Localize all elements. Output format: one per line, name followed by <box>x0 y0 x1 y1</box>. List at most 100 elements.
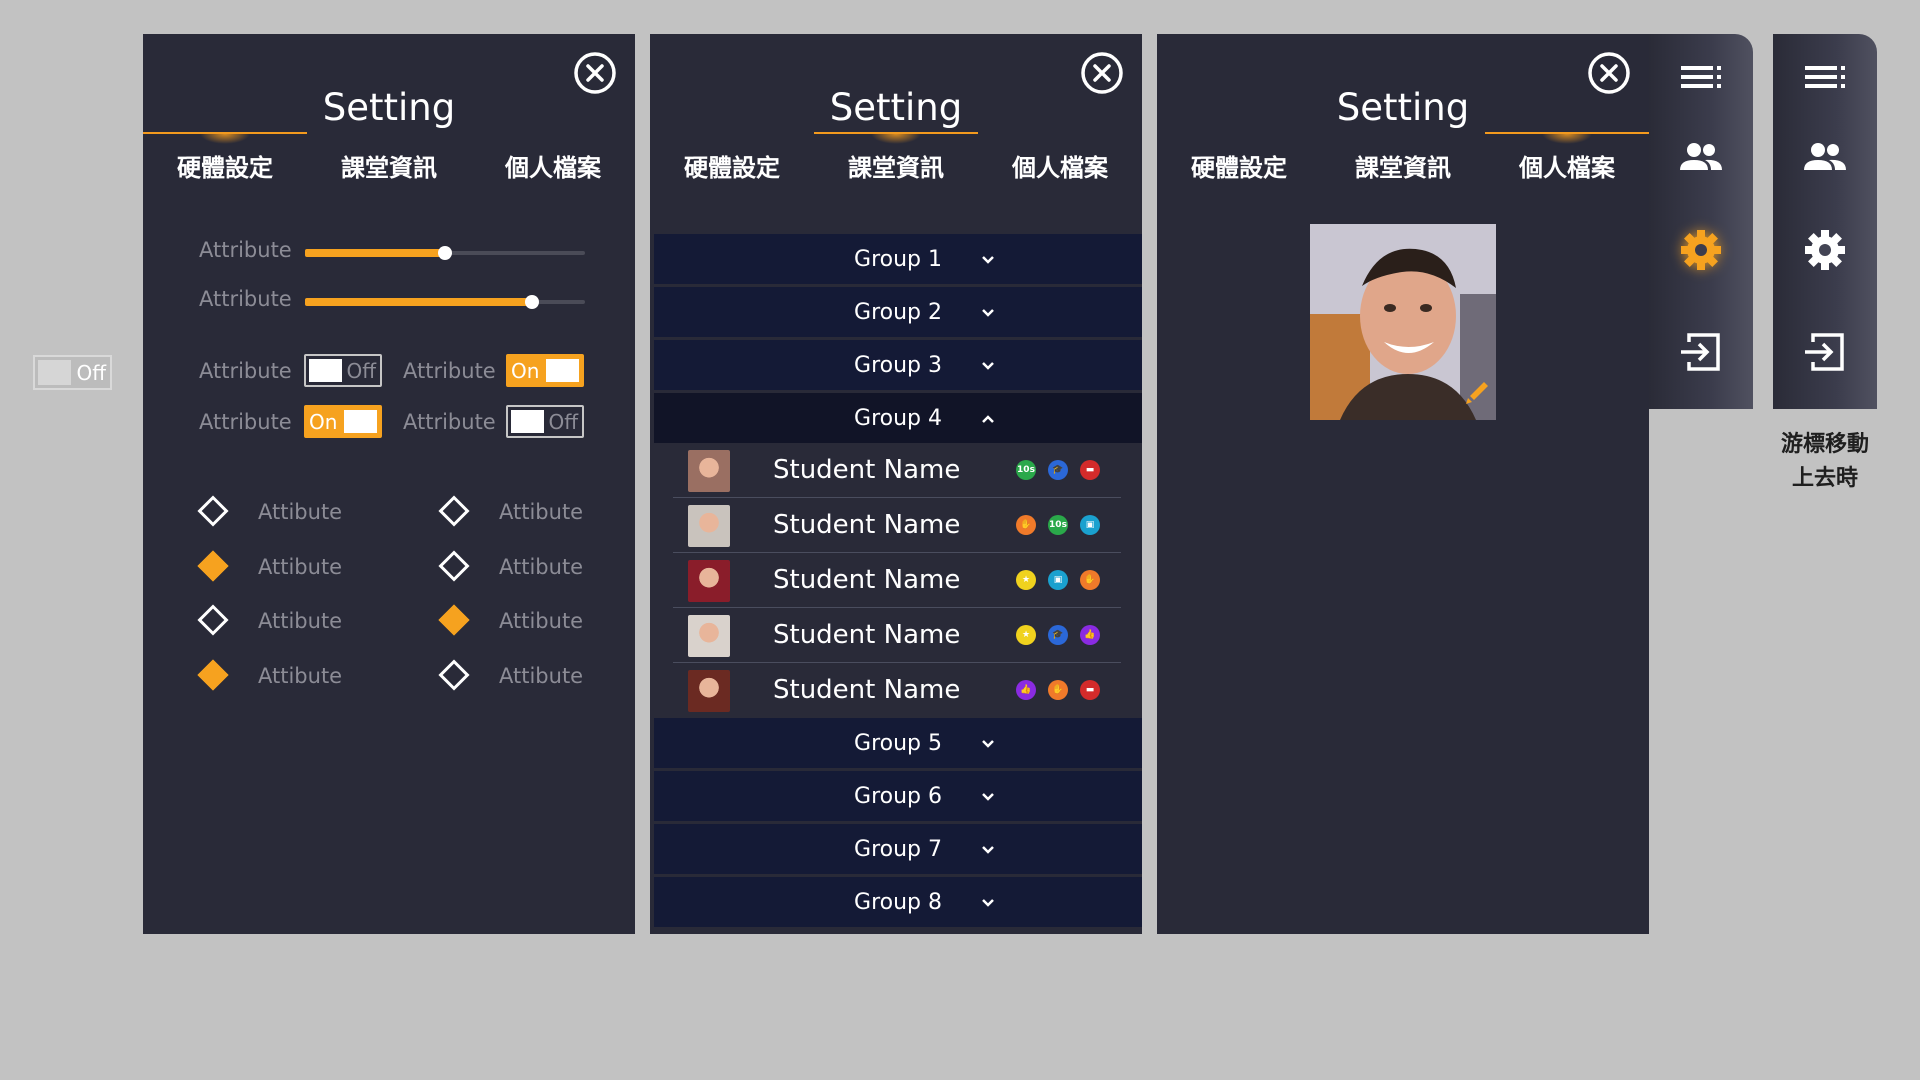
slider-track[interactable] <box>305 295 585 309</box>
tab-classroom[interactable]: 課堂資訊 <box>1321 132 1485 182</box>
tab-label: 個人檔案 <box>505 154 601 182</box>
people-icon <box>1680 143 1722 170</box>
slider-row: Attribute <box>199 283 599 313</box>
sidebar-item-settings[interactable] <box>1799 224 1851 276</box>
radio-label: Attibute <box>499 555 584 579</box>
close-button[interactable] <box>1080 51 1124 95</box>
group-row[interactable]: Group 3 <box>654 340 1142 390</box>
radio-diamond-icon <box>197 550 229 582</box>
sidebar-item-menu[interactable] <box>1799 51 1851 103</box>
toggle-state-text: On <box>511 359 540 383</box>
chevron-down-icon <box>982 362 994 370</box>
panel-title: Setting <box>1336 86 1470 129</box>
standalone-toggle[interactable]: Off <box>33 355 112 390</box>
tab-bar: 硬體設定 課堂資訊 個人檔案 <box>650 132 1142 182</box>
group-row[interactable]: Group 8 <box>654 877 1142 927</box>
tab-hardware[interactable]: 硬體設定 <box>143 132 307 182</box>
profile-photo[interactable] <box>1310 224 1496 420</box>
toggle-label: Attribute <box>403 359 496 383</box>
tab-hardware[interactable]: 硬體設定 <box>650 132 814 182</box>
radio-diamond-icon <box>197 604 229 636</box>
group-row[interactable]: Group 2 <box>654 287 1142 337</box>
student-row[interactable]: Student Name 10s 🎓 ▬ <box>673 444 1121 498</box>
group-row[interactable]: Group 1 <box>654 234 1142 284</box>
close-button[interactable] <box>573 51 617 95</box>
student-row[interactable]: Student Name 👍 ✋ ▬ <box>673 664 1121 717</box>
tab-classroom[interactable]: 課堂資訊 <box>814 132 978 182</box>
radio-label: Attibute <box>499 609 584 633</box>
slider-thumb[interactable] <box>438 246 452 260</box>
tab-label: 硬體設定 <box>1191 154 1287 182</box>
settings-panel-profile: Setting 硬體設定 課堂資訊 個人檔案 <box>1157 34 1649 934</box>
radio-label: Attibute <box>258 500 343 524</box>
toggle-switch[interactable]: Off <box>506 405 584 438</box>
close-icon <box>1588 52 1630 94</box>
student-row[interactable]: Student Name ★ ▣ ✋ <box>673 554 1121 608</box>
student-name: Student Name <box>773 565 961 595</box>
hover-state-caption: 游標移動 上去時 <box>1760 428 1890 496</box>
slider-row: Attribute <box>199 234 599 264</box>
radio-option[interactable]: Attibute <box>197 494 398 530</box>
sidebar-item-menu[interactable] <box>1675 51 1727 103</box>
student-avatar <box>688 560 730 602</box>
toggle-switch[interactable]: Off <box>304 354 382 387</box>
close-button[interactable] <box>1587 51 1631 95</box>
sidebar-item-logout[interactable] <box>1675 326 1727 378</box>
radio-option[interactable]: Attibute <box>438 603 639 639</box>
student-name: Student Name <box>773 455 961 485</box>
status-badge-icon: ★ <box>1016 625 1036 645</box>
student-row[interactable]: Student Name ★ 🎓 👍 <box>673 609 1121 663</box>
tab-classroom[interactable]: 課堂資訊 <box>307 132 471 182</box>
group-label: Group 1 <box>854 247 942 272</box>
sidebar-item-people[interactable] <box>1675 132 1727 184</box>
panel-title: Setting <box>322 86 456 129</box>
radio-option[interactable]: Attibute <box>197 549 398 585</box>
group-row[interactable]: Group 6 <box>654 771 1142 821</box>
toggle-label: Attribute <box>199 410 292 434</box>
radio-option[interactable]: Attibute <box>438 658 639 694</box>
slider-label: Attribute <box>199 238 292 262</box>
student-avatar <box>688 505 730 547</box>
close-icon <box>574 52 616 94</box>
radio-option[interactable]: Attibute <box>438 494 639 530</box>
status-badge-icon: ✋ <box>1016 515 1036 535</box>
tab-bar: 硬體設定 課堂資訊 個人檔案 <box>143 132 635 182</box>
tab-label: 硬體設定 <box>177 154 273 182</box>
sidebar-item-logout[interactable] <box>1799 326 1851 378</box>
menu-icon <box>1805 66 1845 88</box>
radio-option[interactable]: Attibute <box>197 603 398 639</box>
caption-line: 上去時 <box>1791 466 1858 491</box>
slider-fill <box>305 249 445 257</box>
gear-icon <box>1681 230 1721 270</box>
slider-fill <box>305 298 532 306</box>
toggle-switch[interactable]: On <box>304 405 382 438</box>
sidebar-nav <box>1649 34 1753 409</box>
radio-label: Attibute <box>258 555 343 579</box>
slider-track[interactable] <box>305 246 585 260</box>
student-row[interactable]: Student Name ✋ 10s ▣ <box>673 499 1121 553</box>
toggle-state-text: Off <box>76 361 106 385</box>
group-label: Group 6 <box>854 784 942 809</box>
toggle-switch[interactable]: On <box>506 354 584 387</box>
group-row-expanded[interactable]: Group 4 <box>654 393 1142 443</box>
group-row[interactable]: Group 5 <box>654 718 1142 768</box>
sidebar-item-settings[interactable] <box>1675 224 1727 276</box>
student-avatar <box>688 450 730 492</box>
group-row[interactable]: Group 7 <box>654 824 1142 874</box>
tab-profile[interactable]: 個人檔案 <box>471 132 635 182</box>
radio-option[interactable]: Attibute <box>438 549 639 585</box>
profile-photo-image <box>1310 224 1496 420</box>
toggle-knob <box>511 410 544 433</box>
panel-title: Setting <box>829 86 963 129</box>
slider-thumb[interactable] <box>524 295 539 309</box>
tab-hardware[interactable]: 硬體設定 <box>1157 132 1321 182</box>
tab-profile[interactable]: 個人檔案 <box>1485 132 1649 182</box>
logout-icon <box>1805 333 1844 371</box>
radio-option[interactable]: Attibute <box>197 658 398 694</box>
tab-profile[interactable]: 個人檔案 <box>978 132 1142 182</box>
group-label: Group 7 <box>854 837 942 862</box>
toggle-knob <box>344 410 377 433</box>
tab-label: 課堂資訊 <box>341 154 437 182</box>
toggle-state-text: Off <box>346 359 376 383</box>
sidebar-item-people[interactable] <box>1799 132 1851 184</box>
